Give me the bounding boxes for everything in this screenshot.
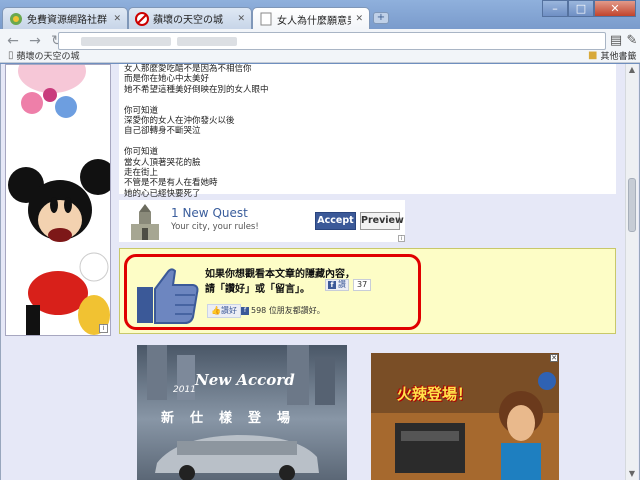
- accord-year: 2011: [173, 385, 196, 395]
- game-ad[interactable]: 火辣登場！ ✕: [371, 353, 559, 480]
- building-icon: [131, 204, 159, 240]
- accept-button[interactable]: Accept: [315, 212, 356, 230]
- vertical-scrollbar[interactable]: ▲ ▼: [625, 64, 638, 480]
- facebook-icon: f: [241, 306, 249, 315]
- accord-model-name: New Accord: [195, 371, 295, 389]
- cafe-game-image: [371, 353, 559, 480]
- other-bookmarks-label: 其他書籤: [600, 51, 637, 62]
- like-label: 讚好: [220, 306, 237, 315]
- facebook-icon: f: [328, 281, 336, 289]
- like-count: f 598 位朋友都讚好。: [241, 305, 325, 316]
- poem-line: 當女人頂著哭花的臉: [124, 157, 201, 168]
- like-or-comment-notice: 請「讚好」或「留言」。: [205, 284, 310, 295]
- mickey-mouse-image: [6, 65, 110, 335]
- poem-line: 自己卻轉身不斷哭泣: [124, 126, 201, 137]
- close-icon[interactable]: ✕: [355, 14, 363, 24]
- no-entry-icon: [135, 11, 149, 26]
- bookmark-label: 蘋壞の天空の城: [16, 51, 80, 62]
- accord-ad[interactable]: New Accord 2011 新仕樣登場: [137, 345, 347, 480]
- facebook-share-button[interactable]: f 讚: [325, 279, 349, 291]
- toolbar: ← → ↻ ▤ ✎: [0, 29, 640, 53]
- poem-line: 不管是不是有人在看她時: [124, 178, 218, 189]
- close-window-button[interactable]: ✕: [594, 0, 636, 17]
- scroll-thumb[interactable]: [628, 178, 636, 232]
- preview-button[interactable]: Preview: [360, 212, 404, 230]
- poem-line: 女人那麼愛吃醋不是因為不相信你: [124, 64, 252, 74]
- thumbs-up-icon: [137, 268, 199, 324]
- tab-strip: 免費資源網路社群 -- 免... ✕ 蘋壞の天空の城 ✕ 女人為什麼願意男人撫著…: [0, 0, 640, 30]
- tab-label: 蘋壞の天空の城: [153, 15, 223, 26]
- poem-line: 你可知道: [124, 147, 159, 158]
- poem-line: [124, 137, 269, 147]
- page-icon: ▯: [8, 49, 14, 61]
- url-redacted: [177, 37, 237, 46]
- scroll-down-icon[interactable]: ▼: [626, 468, 638, 480]
- tab-1[interactable]: 免費資源網路社群 -- 免... ✕: [2, 7, 128, 29]
- tab-label: 女人為什麼願意男人撫著...: [277, 15, 351, 27]
- close-icon[interactable]: ✕: [237, 14, 245, 24]
- game-ad-title: 火辣登場！: [397, 385, 473, 403]
- page-icon: [259, 12, 273, 26]
- favicon-icon: [9, 12, 23, 26]
- quest-subtitle: Your city, your rules!: [171, 222, 259, 232]
- other-bookmarks[interactable]: ■ 其他書籤: [588, 47, 636, 63]
- page-viewport: i 女人那麼愛吃醋不是因為不相信你 而是你在她心中太美好 她不希望這種美好倒映在…: [0, 64, 640, 480]
- hidden-content-notice: 如果你想觀看本文章的隱藏內容，: [205, 269, 355, 280]
- poem-text: 女人那麼愛吃醋不是因為不相信你 而是你在她心中太美好 她不希望這種美好倒映在別的…: [124, 64, 269, 199]
- like-prompt-box: 如果你想觀看本文章的隱藏內容， 請「讚好」或「留言」。 f 讚 37 👍讚好 f…: [119, 248, 616, 334]
- close-icon[interactable]: ✕: [550, 354, 558, 362]
- like-count-text: 598 位朋友都讚好。: [251, 306, 325, 315]
- mickey-ad[interactable]: i: [5, 64, 111, 336]
- thumbs-up-icon: 👍: [211, 306, 221, 315]
- poem-line: [124, 95, 269, 105]
- folder-icon: ■: [588, 49, 598, 61]
- scroll-up-icon[interactable]: ▲: [626, 64, 638, 76]
- ad-choices-icon[interactable]: i: [99, 324, 108, 333]
- tab-3[interactable]: 女人為什麼願意男人撫著... ✕: [252, 7, 370, 30]
- poem-line: 而是你在她心中太美好: [124, 74, 210, 85]
- tab-label: 免費資源網路社群 -- 免...: [27, 15, 109, 26]
- article-body: 女人那麼愛吃醋不是因為不相信你 而是你在她心中太美好 她不希望這種美好倒映在別的…: [119, 64, 616, 199]
- like-prompt-highlight: 如果你想觀看本文章的隱藏內容， 請「讚好」或「留言」。 f 讚 37 👍讚好 f…: [124, 254, 421, 330]
- poem-line: 她的心已經快要死了: [124, 188, 201, 199]
- close-icon[interactable]: ✕: [113, 14, 121, 24]
- ad-choices-icon[interactable]: i: [398, 235, 405, 242]
- share-label: 讚: [338, 280, 346, 289]
- poem-line: 你可知道: [124, 105, 159, 116]
- accord-slogan: 新仕樣登場: [161, 411, 307, 426]
- url-redacted: [81, 37, 171, 46]
- like-button[interactable]: 👍讚好: [207, 304, 241, 318]
- poem-line: 深愛你的女人在沖你發火以後: [124, 115, 235, 126]
- address-bar[interactable]: [58, 32, 606, 50]
- bookmark-item[interactable]: ▯ 蘋壞の天空の城: [8, 47, 80, 63]
- quest-title[interactable]: 1 New Quest: [171, 206, 248, 220]
- quest-ad[interactable]: 1 New Quest Your city, your rules! Accep…: [119, 200, 405, 242]
- new-tab-button[interactable]: +: [373, 12, 389, 24]
- share-count: 37: [353, 279, 372, 291]
- window-controls: – □ ✕: [542, 0, 636, 17]
- bookmarks-bar: ▯ 蘋壞の天空の城 ■ 其他書籤: [0, 50, 640, 63]
- minimize-button[interactable]: –: [542, 0, 568, 17]
- maximize-button[interactable]: □: [568, 0, 594, 17]
- poem-line: 走在街上: [124, 167, 159, 178]
- poem-line: 她不希望這種美好倒映在別的女人眼中: [124, 84, 269, 95]
- tab-2[interactable]: 蘋壞の天空の城 ✕: [128, 7, 252, 29]
